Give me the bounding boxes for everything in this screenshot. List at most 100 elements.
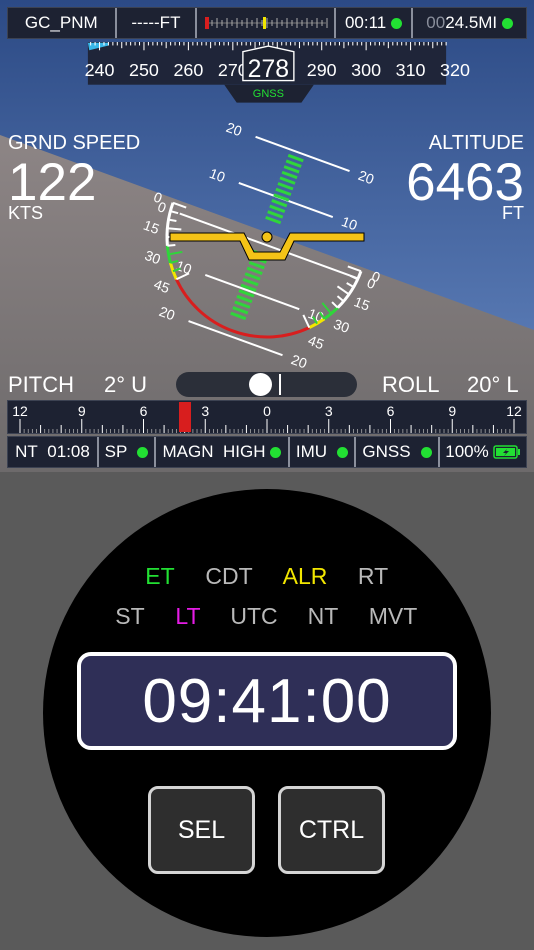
bank-arc-label: 0 [370, 268, 383, 286]
mode-mvt[interactable]: MVT [369, 603, 418, 630]
battery-cell: 100% [440, 437, 526, 467]
imu-status-dot [337, 446, 349, 458]
flight-path-dash [285, 159, 302, 168]
gnss-status-dot [420, 446, 432, 458]
sp-status-dot [137, 446, 149, 458]
turn-rate-marker [179, 402, 191, 432]
magn-status-dot [270, 446, 282, 458]
pitch-ladder-label: 10 [339, 213, 359, 233]
battery-percent: 100% [445, 442, 489, 461]
turn-rate-scale: 12 9 6 3 0 3 6 9 12 [7, 400, 527, 434]
sp-label: SP [104, 442, 128, 461]
battery-icon [492, 445, 520, 459]
flight-path-dash [277, 182, 294, 191]
mode-alr[interactable]: ALR [283, 563, 328, 590]
sel-button-label: SEL [177, 815, 226, 844]
flight-path-dash [283, 165, 300, 174]
turn-rate-label: 6 [140, 403, 148, 419]
turn-rate-label: 9 [78, 403, 86, 419]
magn-value: HIGH [222, 442, 266, 461]
gnss-label: GNSS [362, 442, 411, 461]
sel-button[interactable]: SEL [148, 786, 255, 874]
ctrl-button-label: CTRL [298, 815, 365, 844]
bank-arc-label: 15 [141, 217, 161, 237]
flight-path-dash [246, 266, 263, 275]
timer-dial: ET CDT ALR RT ST LT UTC NT MVT 09:41:00 … [43, 489, 491, 937]
imu-label: IMU [295, 442, 328, 461]
sp-cell[interactable]: SP [99, 437, 156, 467]
turn-rate-label: 3 [325, 403, 333, 419]
turn-rate-label: 3 [201, 403, 209, 419]
slip-center-mark [279, 374, 281, 395]
flight-path-dash [287, 153, 304, 163]
bank-tick [347, 265, 362, 273]
turn-rate-label: 9 [448, 403, 456, 419]
pitch-value: 2° U [104, 372, 148, 397]
imu-cell[interactable]: IMU [290, 437, 356, 467]
pitch-ladder-rung [179, 212, 359, 280]
gnss-cell[interactable]: GNSS [356, 437, 440, 467]
mode-st[interactable]: ST [115, 603, 144, 630]
bank-tick [167, 227, 182, 231]
pitch-ladder-label: 10 [174, 257, 194, 277]
timer-time: 09:41:00 [142, 666, 392, 736]
pitch-ladder-label: 20 [356, 167, 376, 187]
pitch-ladder-label: 10 [207, 165, 227, 185]
turn-rate-label: 12 [506, 403, 522, 419]
flight-path-dash [236, 294, 253, 304]
pitch-label: PITCH [8, 372, 74, 397]
attitude-indicator: 202010100010102020 00151530304545 [141, 119, 383, 372]
bank-tick [172, 201, 187, 209]
bank-tick [336, 285, 350, 296]
mode-cdt[interactable]: CDT [205, 563, 252, 590]
flight-path-dash [248, 261, 265, 270]
flight-path-dash [267, 210, 284, 219]
flight-path-dash [279, 176, 296, 185]
bank-tick [346, 282, 355, 288]
mode-lt[interactable]: LT [175, 603, 200, 630]
flight-path-dash [244, 272, 261, 281]
roll-value: 20° L [467, 372, 519, 397]
timer-panel: ET CDT ALR RT ST LT UTC NT MVT 09:41:00 … [0, 476, 534, 950]
ctrl-button[interactable]: CTRL [278, 786, 385, 874]
flight-path-dash [265, 215, 282, 225]
turn-rate-label: 6 [387, 403, 395, 419]
bank-arc-label: 45 [306, 332, 326, 352]
sensor-status-bar: NT 01:08 SP MAGN HIGH IMU GNSS 100% [7, 436, 527, 468]
slip-indicator [176, 372, 357, 397]
flight-path-dash [275, 187, 292, 197]
flight-display: GC_PNM -----FT 00:11 00 24.5MI 240 250 260 2… [0, 0, 534, 472]
pitch-ladder-label: 20 [289, 351, 309, 371]
slip-ball [249, 373, 272, 396]
bank-tick [336, 295, 345, 303]
roll-label: ROLL [382, 372, 440, 397]
mode-et[interactable]: ET [145, 563, 174, 590]
magn-label: MAGN [162, 442, 214, 461]
flight-path-dash [271, 199, 288, 208]
magn-cell[interactable]: MAGN HIGH [156, 437, 290, 467]
bank-arc-label: 30 [332, 316, 352, 336]
bank-arc-label: 30 [143, 247, 163, 267]
nt-label: NT [15, 442, 38, 461]
pitch-ladder-label: 20 [157, 303, 177, 323]
bank-arc-label: 45 [152, 276, 172, 296]
pitch-ladder-label: 20 [224, 119, 244, 139]
bank-tick [331, 301, 339, 309]
nt-time: 01:08 [47, 442, 90, 461]
pitch-ladder-rung [204, 274, 300, 311]
timer-display: 09:41:00 [77, 652, 457, 750]
turn-rate-label: 0 [263, 403, 271, 419]
bank-tick [170, 210, 179, 215]
mode-utc[interactable]: UTC [230, 603, 277, 630]
turn-rate-label: 12 [12, 403, 28, 419]
flight-path-dash [269, 204, 286, 213]
mode-nt[interactable]: NT [308, 603, 339, 630]
nt-cell[interactable]: NT 01:08 [8, 437, 99, 467]
mode-rt[interactable]: RT [358, 563, 388, 590]
pitch-roll-row: PITCH 2° U ROLL 20° L [0, 372, 534, 398]
flight-path-dash [234, 300, 251, 309]
bank-arc-label: 15 [352, 293, 372, 313]
flight-path-dash [281, 170, 298, 180]
flight-path-dash [242, 277, 259, 287]
flight-path-dash [232, 306, 249, 315]
